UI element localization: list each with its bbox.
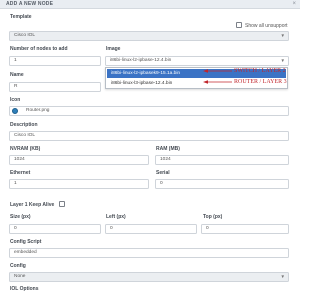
icon-select[interactable]: Router.png: [9, 106, 289, 116]
nvram-label: NVRAM (KB): [10, 146, 41, 152]
ram-label: RAM (MB): [156, 146, 180, 152]
serial-value: 0: [160, 181, 163, 186]
iol-options-label: IOL Options: [10, 286, 39, 292]
serial-input[interactable]: 0: [155, 179, 289, 189]
router-icon: [12, 108, 18, 114]
top-input[interactable]: 0: [201, 224, 289, 234]
config-script-input[interactable]: embedded: [9, 248, 289, 258]
size-label: Size (px): [10, 214, 31, 220]
name-value: R: [14, 84, 18, 89]
config-value: None: [14, 274, 26, 279]
config-script-label: Config Script: [10, 239, 42, 245]
name-label: Name: [10, 72, 24, 78]
description-value: Cisco IOL: [14, 133, 36, 138]
ram-input[interactable]: 1024: [155, 155, 289, 165]
chevron-down-icon: ▼: [280, 274, 285, 279]
layer1-checkbox[interactable]: [59, 201, 65, 207]
icon-value: Router.png: [26, 108, 50, 113]
left-label: Left (px): [106, 214, 126, 220]
left-input[interactable]: 0: [105, 224, 197, 234]
annotation-switch: SWITCH / LAYER 2: [234, 68, 286, 74]
ethernet-value: 1: [14, 181, 17, 186]
description-input[interactable]: Cisco IOL: [9, 131, 289, 141]
name-input[interactable]: R: [9, 82, 101, 92]
serial-label: Serial: [156, 170, 170, 176]
ethernet-label: Ethernet: [10, 170, 31, 176]
icon-label: Icon: [10, 97, 21, 103]
nvram-value: 1024: [14, 157, 25, 162]
description-label: Description: [10, 122, 38, 128]
nvram-input[interactable]: 1024: [9, 155, 149, 165]
top-label: Top (px): [203, 214, 223, 220]
ram-value: 1024: [160, 157, 171, 162]
left-value: 0: [110, 226, 113, 231]
annotation-router: ROUTER / LAYER 3: [234, 79, 287, 85]
config-label: Config: [10, 263, 26, 269]
config-select[interactable]: None ▼: [9, 272, 289, 282]
layer1-label: Layer 1 Keep Alive: [10, 202, 55, 208]
config-script-value: embedded: [14, 250, 37, 255]
ethernet-input[interactable]: 1: [9, 179, 149, 189]
size-input[interactable]: 0: [9, 224, 101, 234]
size-value: 0: [14, 226, 17, 231]
top-value: 0: [206, 226, 209, 231]
